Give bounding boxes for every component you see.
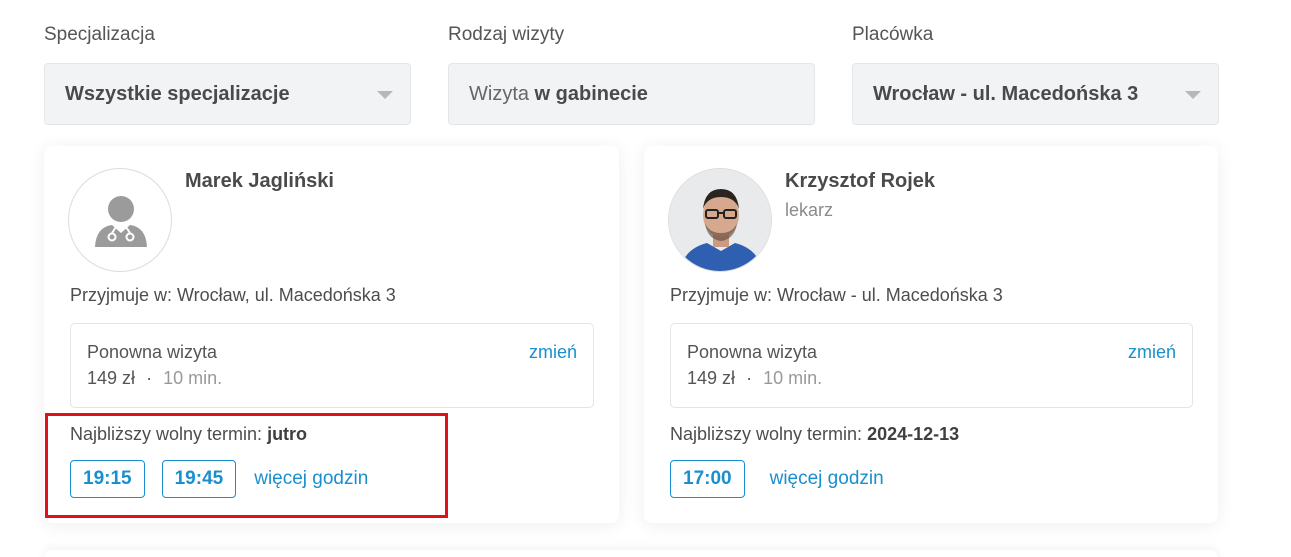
doctor-role: lekarz	[785, 200, 834, 220]
doctor-avatar	[668, 168, 772, 272]
visit-price-line: 149 zł · 10 min.	[687, 368, 822, 389]
visit-type-box: Ponowna wizyta 149 zł · 10 min. zmień	[670, 323, 1193, 408]
facility-select[interactable]: Wrocław - ul. Macedońska 3	[852, 63, 1219, 125]
visit-type-value: Wizyta w gabinecie	[469, 83, 648, 106]
time-slot-button[interactable]: 17:00	[670, 460, 745, 498]
visit-type-select[interactable]: Wizyta w gabinecie	[448, 63, 815, 125]
chevron-down-icon	[1185, 91, 1201, 99]
next-card-edge	[44, 550, 1218, 557]
visit-type-bold: w gabinecie	[529, 82, 648, 105]
doctor-avatar	[68, 168, 172, 272]
facility-label: Placówka	[852, 24, 934, 45]
doctor-photo	[669, 169, 771, 271]
visit-duration: 10 min.	[163, 368, 223, 388]
nearest-term: Najbliższy wolny termin: 2024-12-13	[670, 424, 959, 445]
visit-name: Ponowna wizyta	[687, 342, 818, 362]
nearest-term-label: Najbliższy wolny termin:	[670, 424, 868, 444]
visit-price: 149 zł	[687, 368, 736, 388]
facility-value: Wrocław - ul. Macedońska 3	[873, 82, 1139, 105]
location-text: Przyjmuje w: Wrocław, ul. Macedońska 3	[70, 285, 396, 305]
visit-type-label: Rodzaj wizyty	[448, 24, 565, 45]
separator-dot: ·	[746, 368, 753, 388]
location-text: Przyjmuje w: Wrocław - ul. Macedońska 3	[670, 285, 1003, 305]
specialization-label: Specjalizacja	[44, 24, 155, 45]
visit-duration: 10 min.	[763, 368, 823, 388]
visit-name: Ponowna wizyta	[87, 342, 218, 362]
doctor-card: Krzysztof Rojek lekarz Przyjmuje w: Wroc…	[644, 146, 1218, 523]
visit-price-line: 149 zł · 10 min.	[87, 368, 222, 389]
doctor-name[interactable]: Marek Jagliński	[185, 170, 334, 193]
chevron-down-icon	[377, 91, 393, 99]
change-visit-link[interactable]: zmień	[529, 342, 577, 363]
specialization-value: Wszystkie specjalizacje	[65, 82, 290, 105]
separator-dot: ·	[146, 368, 153, 388]
doctor-name[interactable]: Krzysztof Rojek	[785, 170, 935, 193]
doctor-placeholder-icon	[95, 196, 147, 247]
visit-type-prefix: Wizyta	[469, 82, 529, 105]
change-visit-link[interactable]: zmień	[1128, 342, 1176, 363]
visit-type-box: Ponowna wizyta 149 zł · 10 min. zmień	[70, 323, 594, 408]
specialization-select[interactable]: Wszystkie specjalizacje	[44, 63, 411, 125]
highlight-frame	[45, 413, 448, 518]
visit-price: 149 zł	[87, 368, 136, 388]
time-slots: 17:00 więcej godzin	[670, 460, 884, 498]
nearest-term-value: 2024-12-13	[867, 424, 960, 444]
more-hours-link[interactable]: więcej godzin	[770, 468, 884, 490]
